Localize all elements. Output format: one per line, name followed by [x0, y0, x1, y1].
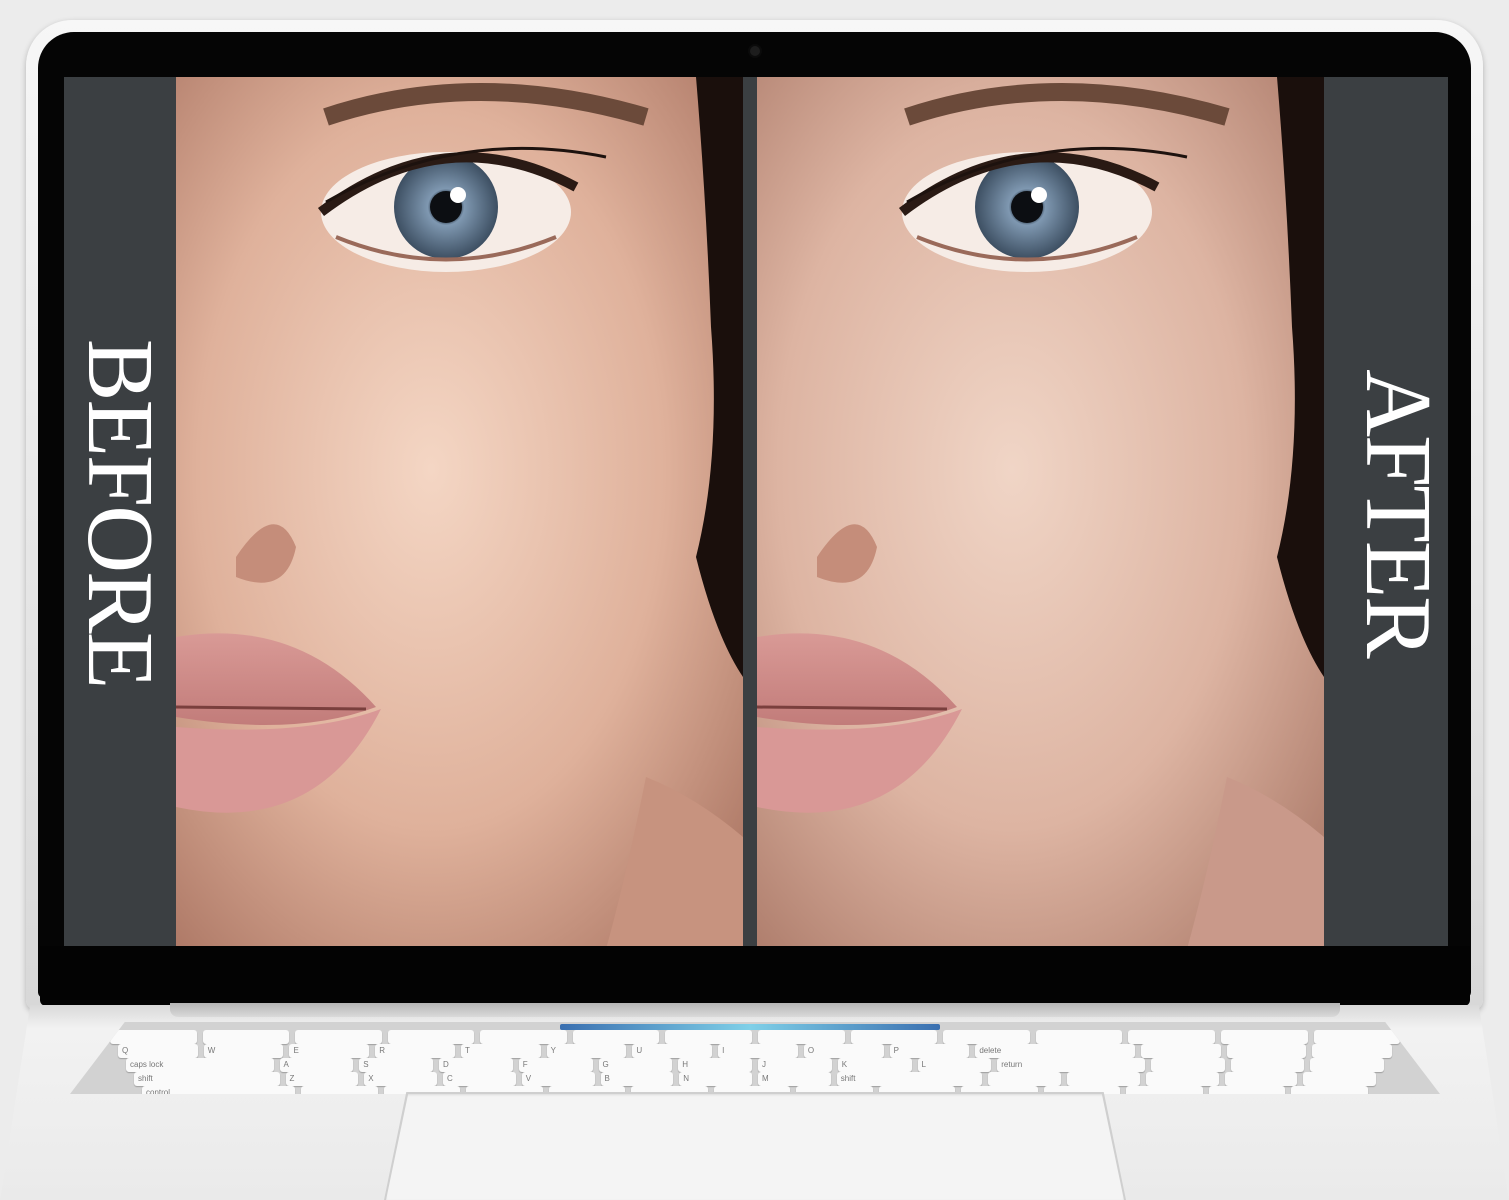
keyboard-key[interactable]: return [997, 1058, 1145, 1072]
before-label: BEFORE [68, 338, 172, 688]
keyboard-key[interactable]: delete [975, 1044, 1135, 1058]
keyboard-key[interactable]: V [521, 1072, 595, 1086]
keyboard-key[interactable] [387, 1030, 475, 1044]
keyboard-key[interactable]: Q [118, 1044, 198, 1058]
keyboard-key[interactable]: I [718, 1044, 798, 1058]
keyboard-key[interactable]: caps lock [126, 1058, 274, 1072]
keyboard-key[interactable] [1226, 1044, 1307, 1058]
keyboard-key[interactable]: Z [285, 1072, 359, 1086]
keyboard-key[interactable] [1067, 1072, 1140, 1086]
laptop-hinge [170, 1003, 1340, 1017]
keyboard-key[interactable] [1150, 1058, 1225, 1072]
keyboard: Q W E R T Y U I O Pdelete caps lock A S D F G H J K Lreturn… [70, 1022, 1440, 1094]
keyboard-key[interactable] [1224, 1072, 1298, 1086]
keyboard-key[interactable] [110, 1030, 197, 1044]
keyboard-key[interactable]: L [917, 1058, 992, 1072]
keyboard-key[interactable] [1035, 1030, 1123, 1044]
keyboard-key[interactable] [1220, 1030, 1308, 1044]
keyboard-key[interactable]: B [600, 1072, 674, 1086]
keyboard-key[interactable] [295, 1030, 382, 1044]
keyboard-key[interactable] [665, 1030, 753, 1044]
keyboard-key[interactable]: shift [836, 1072, 983, 1086]
keyboard-key[interactable] [1303, 1072, 1376, 1086]
after-label: AFTER [1346, 369, 1448, 657]
keyboard-key[interactable]: E [289, 1044, 370, 1058]
keyboard-key[interactable]: D [439, 1058, 513, 1072]
comparison-divider [743, 77, 757, 949]
keyboard-key[interactable]: U [632, 1044, 713, 1058]
keyboard-key[interactable] [850, 1030, 938, 1044]
laptop-screen: BEFORE AFTER [64, 77, 1448, 949]
keyboard-row: shift Z X C V B N Mshift [134, 1072, 1376, 1086]
keyboard-key[interactable]: T [460, 1044, 541, 1058]
keyboard-key[interactable]: W [203, 1044, 284, 1058]
keyboard-key[interactable]: C [443, 1072, 516, 1086]
keyboard-key[interactable] [1128, 1030, 1215, 1044]
keyboard-key[interactable]: O [803, 1044, 884, 1058]
before-photo [176, 77, 743, 949]
keyboard-key[interactable] [1145, 1072, 1219, 1086]
keyboard-key[interactable]: X [364, 1072, 437, 1086]
after-photo [757, 77, 1324, 949]
keyboard-key[interactable] [988, 1072, 1061, 1086]
touch-bar [560, 1024, 940, 1030]
keyboard-key[interactable] [1312, 1044, 1393, 1058]
keyboard-key[interactable]: Y [546, 1044, 627, 1058]
keyboard-key[interactable] [572, 1030, 660, 1044]
keyboard-key[interactable]: F [518, 1058, 593, 1072]
keyboard-key[interactable]: A [279, 1058, 354, 1072]
keyboard-key[interactable] [1140, 1044, 1221, 1058]
keyboard-row [110, 1030, 1401, 1044]
webcam-icon [750, 46, 760, 56]
keyboard-key[interactable]: P [889, 1044, 970, 1058]
keyboard-key[interactable]: J [758, 1058, 832, 1072]
keyboard-key[interactable]: G [598, 1058, 673, 1072]
keyboard-key[interactable]: R [375, 1044, 455, 1058]
keyboard-key[interactable] [1313, 1030, 1401, 1044]
keyboard-key[interactable] [480, 1030, 567, 1044]
keyboard-key[interactable] [1310, 1058, 1384, 1072]
keyboard-key[interactable] [1230, 1058, 1305, 1072]
keyboard-key[interactable]: N [679, 1072, 752, 1086]
keyboard-key[interactable] [202, 1030, 290, 1044]
keyboard-row: Q W E R T Y U I O Pdelete [118, 1044, 1393, 1058]
trackpad[interactable] [386, 1094, 1124, 1200]
keyboard-key[interactable] [943, 1030, 1030, 1044]
keyboard-key[interactable]: S [359, 1058, 433, 1072]
keyboard-key[interactable]: M [758, 1072, 831, 1086]
keyboard-key[interactable]: K [837, 1058, 912, 1072]
keyboard-key[interactable]: shift [134, 1072, 280, 1086]
lid-bottom-bezel [40, 946, 1470, 1006]
keyboard-row: caps lock A S D F G H J K Lreturn [126, 1058, 1384, 1072]
keyboard-key[interactable] [758, 1030, 845, 1044]
keyboard-key[interactable]: H [678, 1058, 752, 1072]
